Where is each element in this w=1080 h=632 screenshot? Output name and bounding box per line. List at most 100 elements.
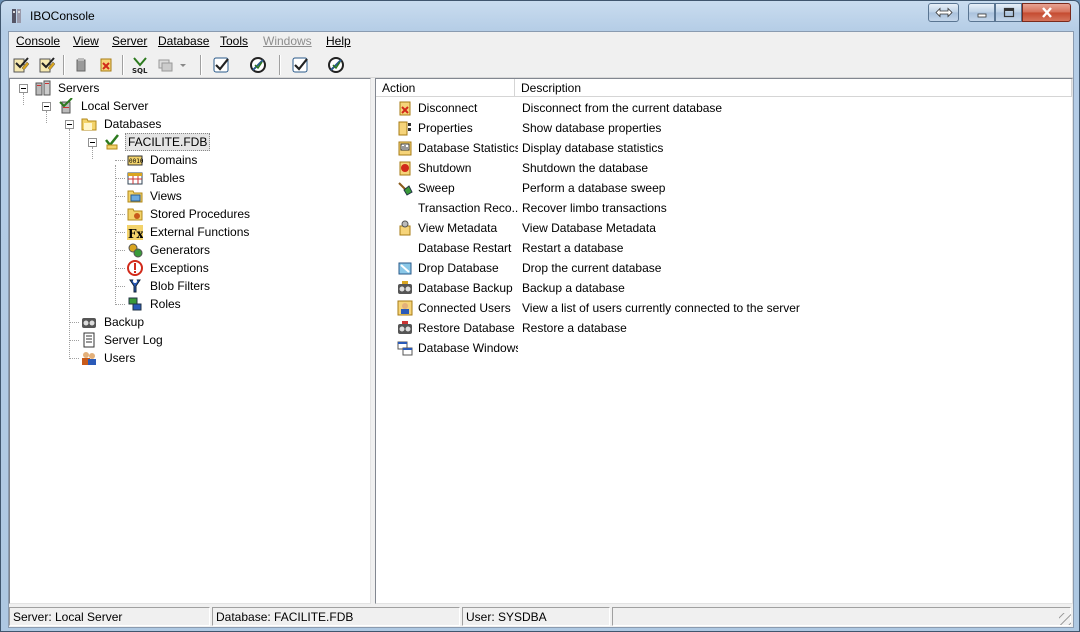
menu-help[interactable]: Help (326, 34, 351, 48)
statistics-icon (397, 140, 413, 156)
minimize-button[interactable] (968, 3, 995, 22)
toolbar-separator (200, 55, 202, 75)
menu-view[interactable]: View (73, 34, 99, 48)
menu-console-label: Console (16, 34, 61, 48)
servers-icon (35, 80, 51, 96)
list-item[interactable]: Database Windows (376, 338, 1072, 358)
menu-tools[interactable]: Tools (220, 34, 248, 48)
description-label: View a list of users currently connected… (522, 301, 800, 315)
description-label: Backup a database (522, 281, 625, 295)
action-label: View Metadata (418, 221, 498, 235)
action-label: Shutdown (418, 161, 472, 175)
tree-item-server-log[interactable]: Server Log (81, 331, 165, 349)
action-list[interactable]: Action Description Disconnect Disconnect… (375, 78, 1073, 604)
server-tree[interactable]: Servers Local Server Databases FACILITE.… (9, 78, 371, 604)
list-item[interactable]: Sweep Perform a database sweep (376, 178, 1072, 198)
tree-item-backup[interactable]: Backup (81, 313, 146, 331)
tree-label: Databases (104, 117, 162, 131)
sql-icon[interactable]: SQL (129, 54, 151, 76)
windows-icon (397, 340, 413, 356)
tree-item-domains[interactable]: 0010 Domains (127, 151, 199, 169)
collapse-database-button[interactable] (88, 138, 97, 147)
tree-label: Backup (104, 315, 145, 329)
tree-line (115, 196, 125, 197)
list-item[interactable]: Drop Database Drop the current database (376, 258, 1072, 278)
stored-procedures-icon (127, 206, 143, 222)
description-label: View Database Metadata (522, 221, 656, 235)
tree-item-databases[interactable]: Databases (81, 115, 163, 133)
tree-item-external-functions[interactable]: Fx External Functions (127, 223, 251, 241)
tree-item-users[interactable]: Users (81, 349, 137, 367)
restore-icon (397, 320, 413, 336)
commit-icon[interactable] (210, 54, 232, 76)
collapse-servers-button[interactable] (19, 84, 28, 93)
menu-server-label: Server (112, 34, 148, 48)
resize-grip-icon[interactable] (1059, 613, 1071, 625)
tree-item-tables[interactable]: Tables (127, 169, 187, 187)
tree-item-generators[interactable]: Generators (127, 241, 212, 259)
toolbar-separator (279, 55, 281, 75)
collapse-local-server-button[interactable] (42, 102, 51, 111)
tree-line (115, 214, 125, 215)
tree-label: Stored Procedures (150, 207, 251, 221)
list-item[interactable]: Transaction Reco... Recover limbo transa… (376, 198, 1072, 218)
disconnect-icon[interactable] (95, 54, 117, 76)
tables-icon (127, 170, 143, 186)
maximize-button[interactable] (995, 3, 1022, 22)
column-header-action[interactable]: Action (376, 79, 515, 97)
register-database-icon[interactable] (36, 54, 58, 76)
status-bar: Server: Local Server Database: FACILITE.… (9, 606, 1073, 627)
tree-label: Views (150, 189, 182, 203)
switch-window-button[interactable] (928, 3, 959, 22)
rollback-icon[interactable] (247, 54, 269, 76)
title-bar[interactable]: IBOConsole (1, 1, 1079, 31)
list-item[interactable]: Disconnect Disconnect from the current d… (376, 98, 1072, 118)
connected-database-icon (104, 134, 120, 150)
tree-item-blob-filters[interactable]: Blob Filters (127, 277, 212, 295)
tree-line (115, 304, 125, 305)
column-header-description[interactable]: Description (515, 79, 1072, 97)
tree-line (115, 178, 125, 179)
drop-icon (397, 260, 413, 276)
tree-line (115, 286, 125, 287)
collapse-databases-button[interactable] (65, 120, 74, 129)
close-button[interactable] (1022, 3, 1071, 22)
description-label: Perform a database sweep (522, 181, 666, 195)
list-item[interactable]: View Metadata View Database Metadata (376, 218, 1072, 238)
generators-icon (127, 242, 143, 258)
views-icon (127, 188, 143, 204)
list-item[interactable]: Database Restart Restart a database (376, 238, 1072, 258)
commit-retaining-icon[interactable] (289, 54, 311, 76)
menu-tools-label: Tools (220, 34, 249, 48)
windows-dropdown-icon[interactable] (155, 54, 189, 76)
tree-item-local-server[interactable]: Local Server (58, 97, 150, 115)
rollback-retaining-icon[interactable] (325, 54, 347, 76)
window-title: IBOConsole (30, 9, 95, 23)
menu-database[interactable]: Database (158, 34, 209, 48)
tree-item-exceptions[interactable]: Exceptions (127, 259, 211, 277)
list-item[interactable]: Database Backup Backup a database (376, 278, 1072, 298)
tree-item-roles[interactable]: Roles (127, 295, 183, 313)
list-item[interactable]: Properties Show database properties (376, 118, 1072, 138)
tree-label: Server Log (104, 333, 163, 347)
tree-item-views[interactable]: Views (127, 187, 184, 205)
list-item[interactable]: Connected Users View a list of users cur… (376, 298, 1072, 318)
list-item[interactable]: Shutdown Shutdown the database (376, 158, 1072, 178)
tree-item-stored-procedures[interactable]: Stored Procedures (127, 205, 252, 223)
list-item[interactable]: Database Statistics Display database sta… (376, 138, 1072, 158)
exceptions-icon (127, 260, 143, 276)
tree-item-facilite-fdb[interactable]: FACILITE.FDB (104, 133, 211, 151)
svg-text:SQL: SQL (132, 67, 148, 74)
menu-server[interactable]: Server (112, 34, 147, 48)
action-label: Properties (418, 121, 473, 135)
tree-label: External Functions (150, 225, 250, 239)
tree-item-servers[interactable]: Servers (35, 79, 101, 97)
connect-icon[interactable] (70, 54, 92, 76)
register-server-icon[interactable] (10, 54, 32, 76)
tree-line (115, 160, 125, 161)
list-item[interactable]: Restore Database Restore a database (376, 318, 1072, 338)
tree-label: Users (104, 351, 136, 365)
menu-console[interactable]: Console (16, 34, 60, 48)
menu-windows[interactable]: Windows (263, 34, 312, 48)
action-label: Drop Database (418, 261, 499, 275)
